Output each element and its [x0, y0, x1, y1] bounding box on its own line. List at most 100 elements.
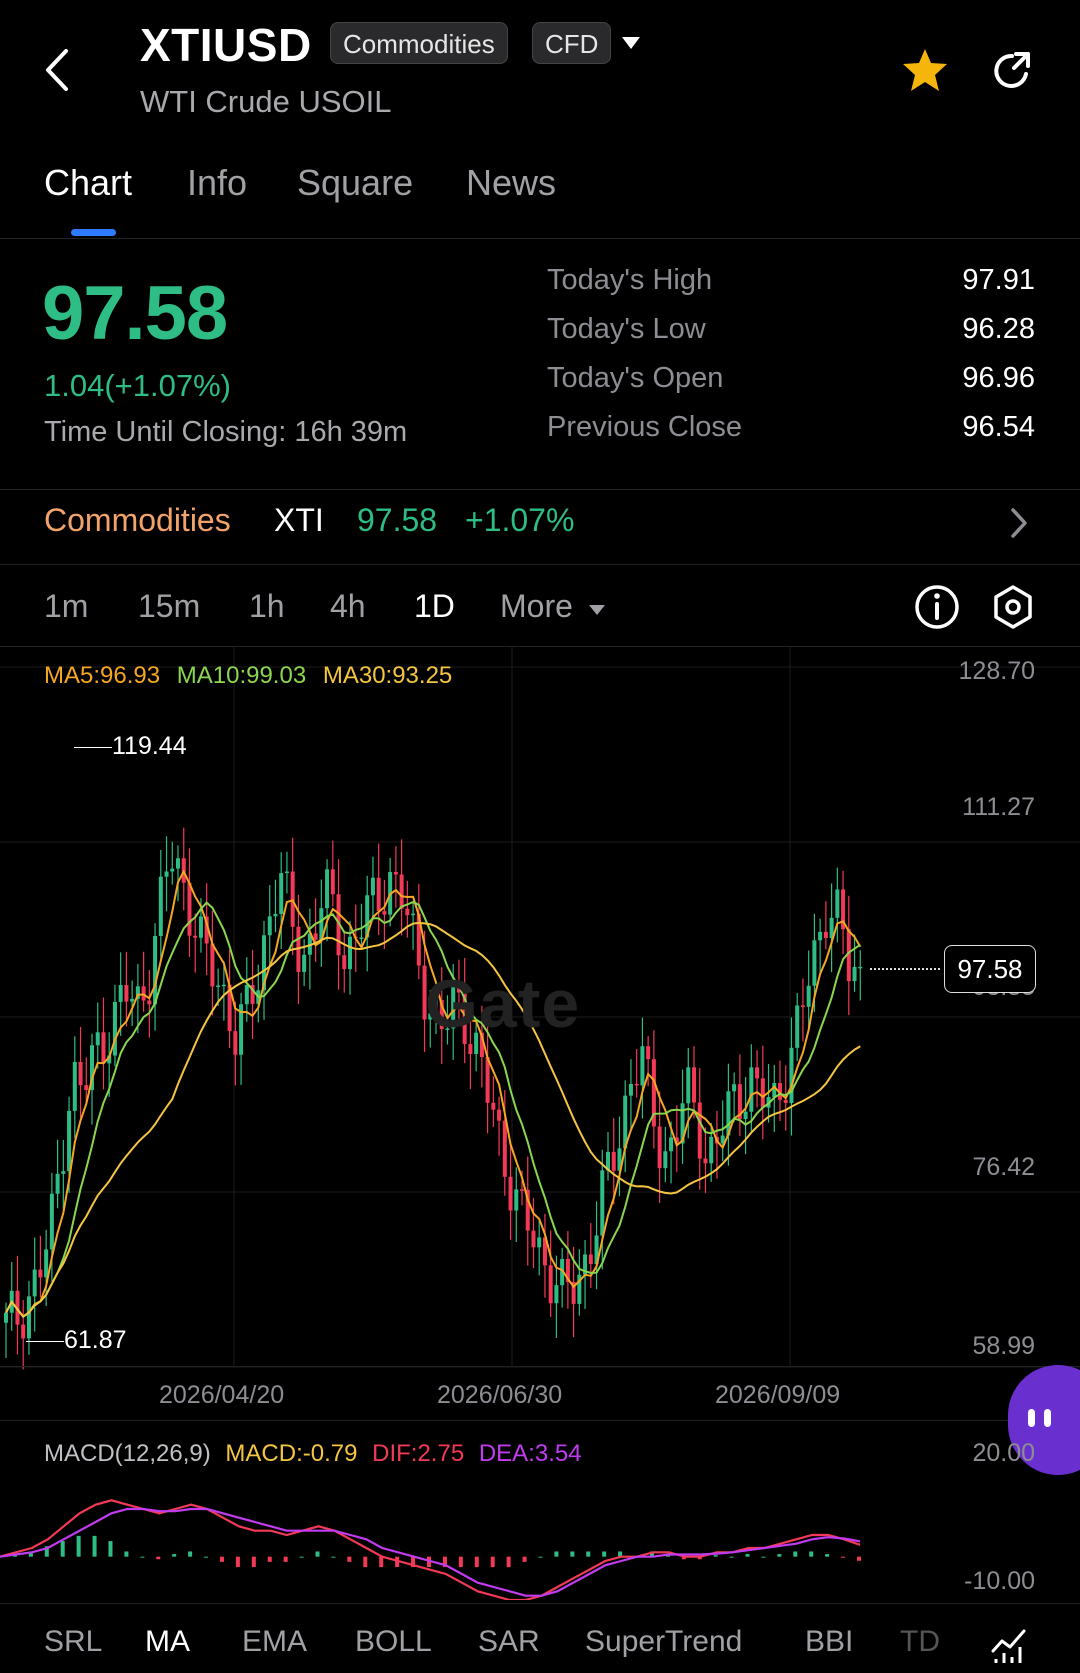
share-button[interactable]	[990, 48, 1036, 99]
candle-body	[176, 858, 181, 869]
sector-price: 97.58	[357, 502, 438, 538]
candle-body	[279, 873, 284, 914]
divider	[0, 1603, 1080, 1604]
candle-body	[170, 868, 175, 872]
macd-histogram-bar	[363, 1556, 368, 1568]
candle-body	[153, 935, 158, 1005]
indicator-ma[interactable]: MA	[145, 1625, 190, 1659]
active-tab-indicator	[71, 229, 116, 236]
tab-news[interactable]: News	[466, 162, 556, 204]
period-1h[interactable]: 1h	[249, 588, 285, 625]
candle-body	[130, 998, 135, 1002]
macd-histogram-bar	[124, 1551, 129, 1557]
divider	[0, 1420, 1080, 1421]
indicator-boll[interactable]: BOLL	[355, 1625, 432, 1659]
candle-body	[818, 931, 823, 941]
macd-histogram-bar	[172, 1554, 177, 1557]
indicator-ema[interactable]: EMA	[242, 1625, 307, 1659]
caret-down-icon	[622, 37, 640, 49]
tab-bar: Chart Info Square News	[0, 150, 1080, 239]
star-icon	[903, 49, 947, 91]
period-1d[interactable]: 1D	[414, 588, 455, 625]
candle-body	[376, 877, 381, 912]
instrument-name: WTI Crude USOIL	[140, 84, 392, 119]
candle-body	[697, 1102, 702, 1159]
macd-histogram-bar	[857, 1556, 861, 1561]
macd-histogram-bar	[108, 1541, 113, 1557]
candle-body	[732, 1084, 737, 1092]
favorite-button[interactable]	[900, 46, 950, 99]
sector-change: +1.07%	[465, 502, 575, 538]
share-icon	[994, 52, 1030, 88]
macd-histogram-bar	[315, 1551, 320, 1557]
candle-body	[508, 1176, 513, 1211]
period-4h[interactable]: 4h	[330, 588, 366, 625]
ma30-legend: MA30:93.25	[322, 662, 453, 689]
tab-info[interactable]: Info	[187, 162, 247, 204]
candle-body	[284, 871, 289, 874]
stat-low-label: Today's Low	[547, 313, 706, 345]
candle-body	[359, 937, 364, 939]
candle-body	[537, 1237, 542, 1248]
candle-body	[95, 1032, 100, 1046]
candle-body	[290, 871, 295, 927]
macd-histogram-bar	[235, 1556, 240, 1568]
candle-body	[628, 1083, 633, 1096]
macd-histogram-bar	[586, 1551, 591, 1557]
chart-info-button[interactable]	[913, 583, 961, 636]
macd-histogram-bar	[793, 1551, 798, 1557]
candle-body	[858, 966, 863, 969]
candle-body	[193, 935, 198, 938]
indicator-sar[interactable]: SAR	[478, 1625, 540, 1659]
candle-body	[835, 889, 840, 918]
sector-row[interactable]: Commodities XTI 97.58 +1.07%	[0, 490, 1080, 565]
tab-chart[interactable]: Chart	[44, 162, 132, 204]
candle-body	[44, 1249, 49, 1278]
macd-histogram-bar	[538, 1556, 543, 1558]
indicator-td[interactable]: TD	[900, 1625, 940, 1659]
candle-body	[749, 1067, 754, 1112]
macd-histogram-bar	[251, 1556, 256, 1568]
macd-legend: MACD(12,26,9) MACD:-0.79 DIF:2.75 DEA:3.…	[44, 1440, 582, 1468]
symbol-title: XTIUSD	[140, 19, 312, 71]
candle-body	[101, 1032, 106, 1064]
candle-body	[112, 1001, 117, 1056]
hexagon-settings-icon	[994, 585, 1032, 629]
macd-histogram-bar	[809, 1551, 814, 1557]
period-more[interactable]: More	[500, 588, 606, 625]
dif-value: DIF:2.75	[372, 1440, 465, 1467]
macd-histogram-bar	[299, 1556, 304, 1558]
symbol-dropdown[interactable]	[620, 34, 642, 57]
macd-histogram-bar	[490, 1556, 495, 1568]
candle-body	[772, 1083, 777, 1098]
candle-body	[267, 916, 272, 936]
indicator-bbi[interactable]: BBI	[805, 1625, 853, 1659]
back-button[interactable]	[38, 45, 78, 95]
candle-body	[4, 1312, 9, 1323]
caret-down-icon	[588, 605, 605, 615]
candle-body	[491, 1102, 496, 1110]
candle-body	[514, 1189, 519, 1211]
macd-histogram-bar	[331, 1556, 336, 1558]
tab-square[interactable]: Square	[297, 162, 413, 204]
candle-body	[554, 1285, 559, 1304]
low-marker-value: 61.87	[64, 1326, 127, 1354]
candle-body	[709, 1136, 714, 1164]
candle-body	[302, 954, 307, 972]
candle-body	[158, 876, 163, 936]
candle-body	[520, 1189, 525, 1191]
last-price-line	[870, 968, 940, 970]
current-price: 97.58	[42, 271, 228, 356]
candle-body	[78, 1061, 83, 1086]
indicator-supertrend[interactable]: SuperTrend	[585, 1625, 742, 1659]
chart-settings-button[interactable]	[989, 583, 1037, 636]
period-1m[interactable]: 1m	[44, 588, 88, 625]
indicator-srl[interactable]: SRL	[44, 1625, 102, 1659]
x-tick: 2026/06/30	[437, 1381, 563, 1409]
candle-body	[210, 943, 215, 987]
macd-histogram-bar	[140, 1556, 145, 1558]
period-15m[interactable]: 15m	[138, 588, 200, 625]
candle-body	[393, 871, 398, 875]
closing-time: Time Until Closing: 16h 39m	[44, 416, 407, 449]
indicator-settings-button[interactable]	[990, 1625, 1030, 1670]
